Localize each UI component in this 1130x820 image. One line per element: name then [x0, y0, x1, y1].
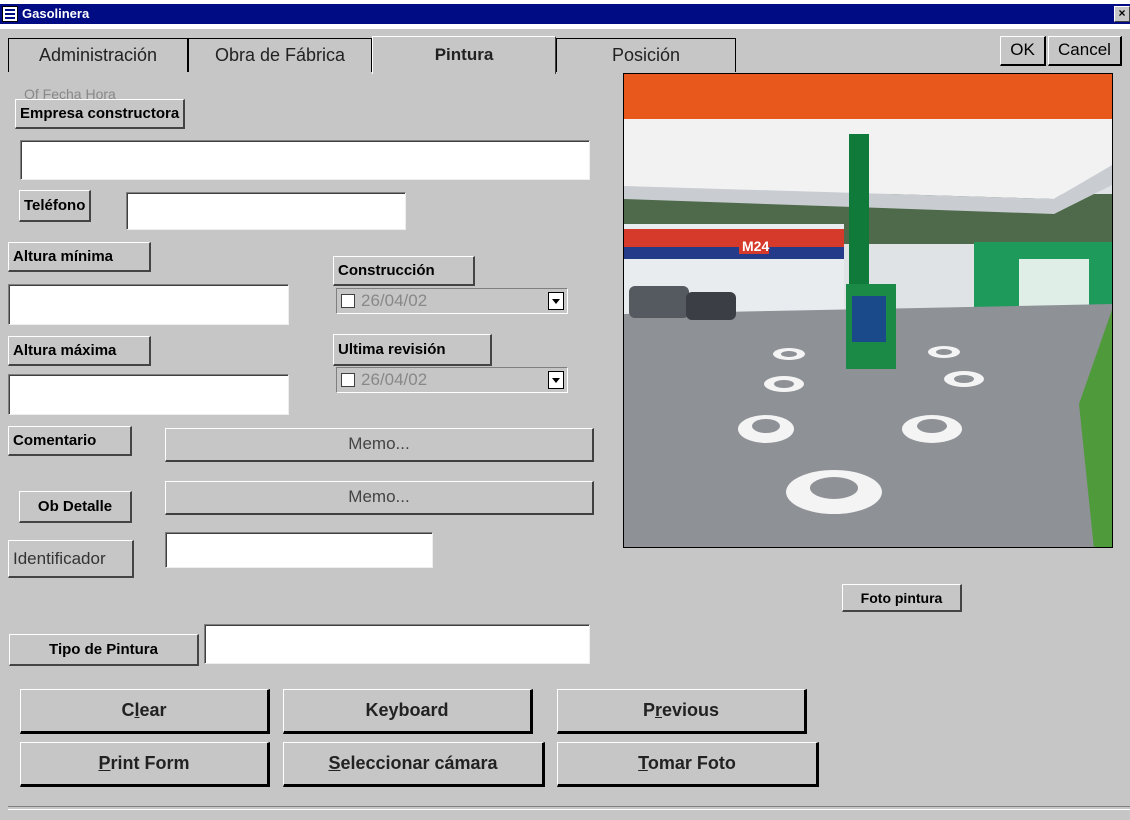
previous-accel: r [654, 700, 662, 720]
tipo-de-pintura-input[interactable] [204, 624, 590, 664]
seleccionar-text-b: eleccionar cámara [340, 753, 498, 773]
revision-dropdown-icon[interactable] [548, 371, 564, 389]
empresa-constructora-input[interactable] [20, 140, 590, 180]
foto-pintura-image: M24 [623, 73, 1113, 548]
cancel-button[interactable]: Cancel [1048, 36, 1122, 66]
empresa-constructora-label: Empresa constructora [15, 99, 186, 129]
clear-text-a: C [121, 700, 135, 720]
station-sign-text: M24 [742, 238, 769, 254]
tab-obra-de-fabrica[interactable]: Obra de Fábrica [188, 38, 372, 72]
tab-administracion[interactable]: Administración [8, 38, 188, 72]
print-form-accel: P [98, 753, 111, 773]
print-form-button[interactable]: Print Form [20, 742, 270, 787]
comentario-label: Comentario [8, 426, 132, 456]
altura-maxima-label: Altura máxima [8, 336, 151, 366]
seleccionar-camara-button[interactable]: Seleccionar cámara [283, 742, 545, 787]
seleccionar-accel: S [328, 753, 341, 773]
print-form-text-b: rint Form [110, 753, 190, 773]
window-title: Gasolinera [22, 6, 90, 21]
tab-posicion[interactable]: Posición [556, 38, 736, 72]
telefono-label: Teléfono [19, 190, 92, 222]
ultima-revision-date-picker[interactable]: 26/04/02 [336, 367, 568, 393]
tipo-de-pintura-label: Tipo de Pintura [9, 634, 199, 666]
status-divider [8, 806, 1130, 810]
gasolinera-window: Gasolinera × Administración Obra de Fábr… [0, 0, 1130, 820]
telefono-input[interactable] [126, 192, 406, 230]
construccion-date-text: 26/04/02 [361, 291, 428, 310]
construccion-dropdown-icon[interactable] [548, 292, 564, 310]
tab-pintura[interactable]: Pintura [372, 36, 556, 74]
revision-date-text: 26/04/02 [361, 370, 428, 389]
ultima-revision-label: Ultima revisión [333, 334, 492, 366]
ob-detalle-label: Ob Detalle [19, 491, 132, 523]
altura-maxima-input[interactable] [8, 374, 289, 415]
gas-station-photo: M24 [624, 74, 1112, 547]
identificador-label: Identificador [8, 540, 134, 578]
tomar-foto-accel: T [638, 753, 648, 773]
form-icon [2, 6, 18, 22]
ok-button[interactable]: OK [1000, 36, 1046, 66]
ob-detalle-memo-button[interactable]: Memo... [165, 481, 594, 515]
previous-text-a: P [642, 700, 655, 720]
tab-strip: Administración Obra de Fábrica Pintura P… [0, 32, 1130, 74]
foto-pintura-label: Foto pintura [842, 584, 962, 612]
construccion-checkbox[interactable] [341, 294, 355, 308]
clear-button[interactable]: Clear [20, 689, 270, 734]
close-button[interactable]: × [1114, 6, 1130, 22]
clear-text-b: ear [139, 700, 167, 720]
comentario-memo-button[interactable]: Memo... [165, 428, 594, 462]
revision-checkbox[interactable] [341, 373, 355, 387]
altura-minima-label: Altura mínima [8, 242, 151, 272]
title-bar-fill [0, 4, 1130, 24]
previous-text-b: evious [662, 700, 720, 720]
previous-button[interactable]: Previous [557, 689, 807, 734]
altura-minima-input[interactable] [8, 284, 289, 325]
keyboard-button[interactable]: Keyboard [283, 689, 533, 734]
tomar-foto-text-b: omar Foto [647, 753, 736, 773]
identificador-input[interactable] [165, 532, 433, 568]
tomar-foto-button[interactable]: Tomar Foto [557, 742, 819, 787]
construccion-date-picker[interactable]: 26/04/02 [336, 288, 568, 314]
title-bar[interactable]: Gasolinera × [0, 0, 1130, 29]
construccion-label: Construcción [333, 256, 475, 286]
